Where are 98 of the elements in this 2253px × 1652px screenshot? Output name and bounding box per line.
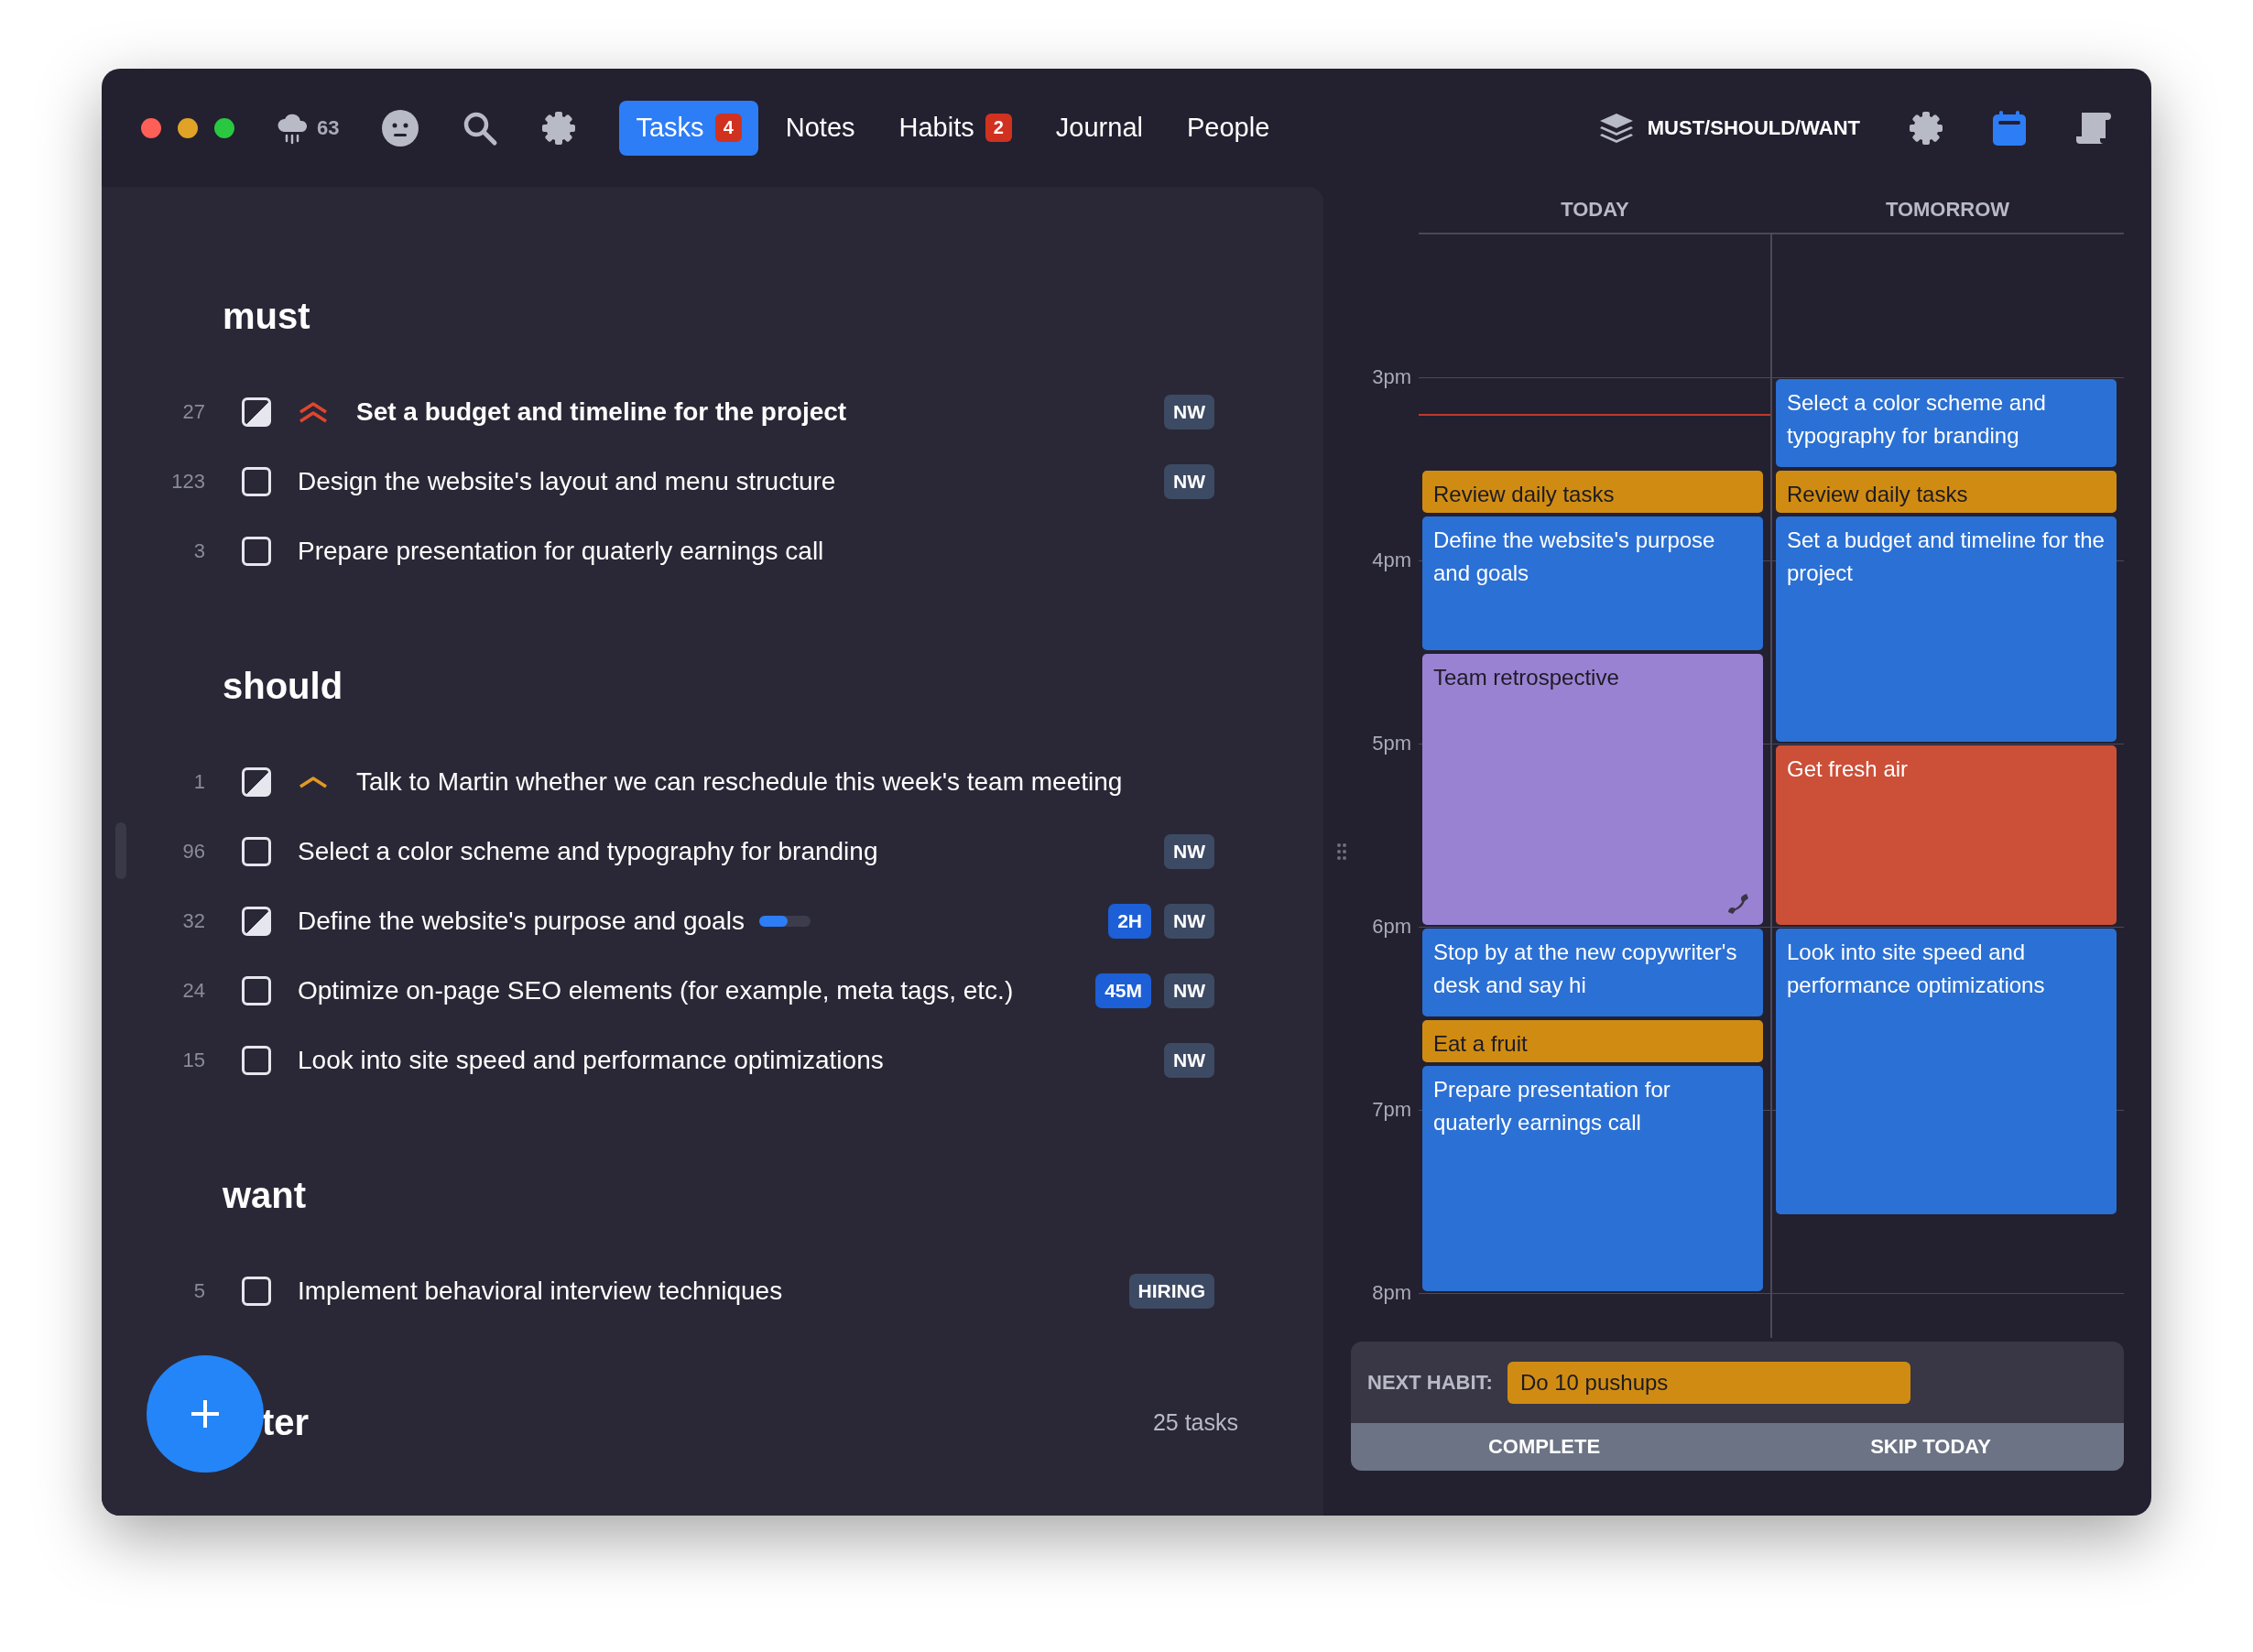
day-header: TODAY xyxy=(1560,198,1630,222)
window-control[interactable] xyxy=(214,117,234,138)
section-heading: must xyxy=(223,295,311,338)
task-number: 24 xyxy=(181,979,205,1003)
event-title: Get fresh air xyxy=(1787,755,1910,783)
event-title: Select a color scheme and typography for branding xyxy=(1787,389,2047,450)
nav-tab[interactable]: Habits 2 xyxy=(882,100,1029,156)
event-title: Team retrospective xyxy=(1433,664,1620,691)
task-checkbox[interactable] xyxy=(242,837,271,866)
progress-bar xyxy=(758,916,811,927)
task-number: 15 xyxy=(181,1049,205,1072)
double-chevron-icon xyxy=(298,400,329,424)
window-control[interactable] xyxy=(141,117,161,138)
tag-label: 2H xyxy=(1108,904,1151,939)
event-title: Eat a fruit xyxy=(1433,1030,1529,1058)
neutral-face-icon[interactable] xyxy=(381,108,420,147)
hour-label: 4pm xyxy=(1371,549,1411,572)
view-switch-label[interactable]: MUST/SHOULD/WANT xyxy=(1647,112,1860,144)
task-number: 5 xyxy=(192,1279,205,1303)
hour-label: 3pm xyxy=(1371,365,1411,389)
task-number: 3 xyxy=(192,539,205,563)
calendar-event[interactable]: Set a budget and timeline for the project xyxy=(1776,516,2117,742)
hour-label: 6pm xyxy=(1371,915,1411,939)
task-title[interactable]: Select a color scheme and typography for branding xyxy=(298,837,878,866)
event-title: Review daily tasks xyxy=(1433,481,1616,508)
chevron-icon xyxy=(298,775,329,789)
task-title[interactable]: Design the website's layout and menu structure xyxy=(298,467,836,496)
task-checkbox[interactable] xyxy=(242,907,271,936)
nav-tab[interactable]: Tasks 4 xyxy=(619,100,758,156)
habit-name[interactable]: Do 10 pushups xyxy=(1507,1361,1910,1404)
tag-label: NW xyxy=(1164,395,1214,429)
event-title: Prepare presentation for quaterly earnings call xyxy=(1433,1076,1671,1136)
task-number: 27 xyxy=(181,400,205,424)
settings-icon[interactable] xyxy=(1908,109,1944,147)
calendar-event[interactable]: Get fresh air xyxy=(1776,745,2117,925)
task-number: 123 xyxy=(170,470,205,494)
task-checkbox[interactable] xyxy=(242,1277,271,1306)
settings-icon[interactable] xyxy=(540,109,578,147)
habit-label: NEXT HABIT: xyxy=(1367,1370,1493,1395)
hour-label: 5pm xyxy=(1371,732,1411,755)
day-header: TOMORROW xyxy=(1884,198,2011,222)
event-title: Look into site speed and performance optimizations xyxy=(1787,939,2046,999)
habit-action-button[interactable]: SKIP TODAY xyxy=(1737,1423,2124,1471)
calendar-event[interactable]: Team retrospective xyxy=(1422,654,1763,925)
event-title: Set a budget and timeline for the project xyxy=(1787,527,2106,587)
count-badge: 2 xyxy=(985,114,1012,142)
task-checkbox[interactable] xyxy=(242,1046,271,1075)
task-title[interactable]: Talk to Martin whether we can reschedule this week's team meeting xyxy=(356,767,1123,797)
nav-tab[interactable]: Notes xyxy=(768,100,872,156)
calendar-event[interactable]: Look into site speed and performance optimizations xyxy=(1776,929,2117,1214)
task-count: 25 tasks xyxy=(1152,1408,1238,1436)
hour-label: 7pm xyxy=(1371,1098,1411,1122)
calendar-event[interactable]: Review daily tasks xyxy=(1422,471,1763,513)
temperature-text: 63 xyxy=(317,115,340,140)
tag-label: NW xyxy=(1164,1043,1214,1078)
scroll-icon[interactable] xyxy=(2074,110,2111,146)
drag-handle-icon[interactable] xyxy=(1336,842,1347,861)
plus-icon xyxy=(189,1397,222,1430)
section-heading: want xyxy=(223,1174,308,1217)
task-checkbox[interactable] xyxy=(242,976,271,1005)
calendar-event[interactable]: Stop by at the new copywriter's desk and say hi xyxy=(1422,929,1763,1016)
tag-label: 45M xyxy=(1095,973,1151,1008)
event-title: Stop by at the new copywriter's desk and say hi xyxy=(1433,939,1738,999)
nav-tab[interactable]: Journal xyxy=(1039,100,1159,156)
task-title[interactable]: Look into site speed and performance optimizations xyxy=(298,1046,884,1075)
section-heading: ter xyxy=(262,1401,310,1444)
calendar-event[interactable]: Define the website's purpose and goals xyxy=(1422,516,1763,650)
event-title: Define the website's purpose and goals xyxy=(1433,527,1716,587)
task-number: 1 xyxy=(192,770,205,794)
task-number: 32 xyxy=(181,909,205,933)
hour-label: 8pm xyxy=(1371,1281,1411,1305)
count-badge: 4 xyxy=(714,114,742,142)
nav-tab[interactable]: People xyxy=(1170,100,1287,156)
tag-label: HIRING xyxy=(1128,1274,1214,1309)
tag-label: NW xyxy=(1164,834,1214,869)
window-control[interactable] xyxy=(178,117,198,138)
calendar-event[interactable]: Review daily tasks xyxy=(1776,471,2117,513)
task-number: 96 xyxy=(181,840,205,864)
task-title[interactable]: Set a budget and timeline for the project xyxy=(356,397,847,427)
calendar-event[interactable]: Eat a fruit xyxy=(1422,1020,1763,1062)
calendar-icon[interactable] xyxy=(1992,109,2027,147)
tag-label: NW xyxy=(1164,464,1214,499)
task-checkbox[interactable] xyxy=(242,537,271,566)
tag-label: NW xyxy=(1164,973,1214,1008)
tag-label: NW xyxy=(1164,904,1214,939)
phone-icon xyxy=(1726,892,1750,916)
section-heading: should xyxy=(223,665,344,708)
task-checkbox[interactable] xyxy=(242,397,271,427)
task-title[interactable]: Define the website's purpose and goals xyxy=(298,907,745,936)
habit-action-button[interactable]: COMPLETE xyxy=(1351,1423,1737,1471)
task-title[interactable]: Implement behavioral interview techniques xyxy=(298,1277,783,1306)
task-checkbox[interactable] xyxy=(242,767,271,797)
task-title[interactable]: Prepare presentation for quaterly earnings call xyxy=(298,537,824,566)
task-title[interactable]: Optimize on-page SEO elements (for example, meta tags, etc.) xyxy=(298,976,1014,1005)
task-checkbox[interactable] xyxy=(242,467,271,496)
calendar-event[interactable]: Select a color scheme and typography for branding xyxy=(1776,379,2117,467)
event-title: Review daily tasks xyxy=(1787,481,1969,508)
calendar-event[interactable]: Prepare presentation for quaterly earnings call xyxy=(1422,1066,1763,1291)
